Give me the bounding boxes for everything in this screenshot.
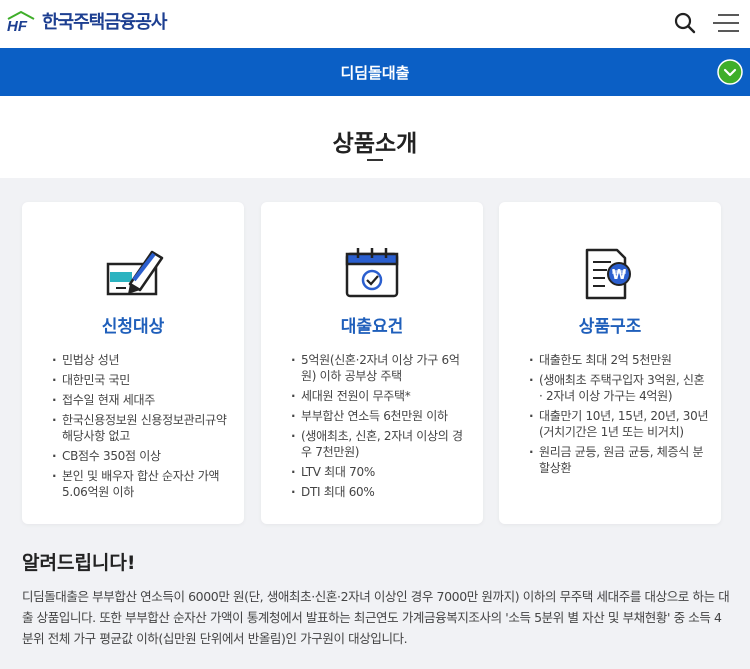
card-list: 5억원(신혼·2자녀 이상 가구 6억원) 이하 공부상 주택 세대원 전원이 … [291,352,471,504]
list-item: 대한민국 국민 [52,372,232,388]
list-item: 본인 및 배우자 합산 순자산 가액 5.06억원 이하 [52,468,232,500]
card-list: 민법상 성년 대한민국 국민 접수일 현재 세대주 한국신용정보원 신용정보관리… [52,352,232,504]
card-title: 신청대상 [101,317,165,337]
document-won-icon: ₩ [585,248,631,300]
card-eligibility: 신청대상 민법상 성년 대한민국 국민 접수일 현재 세대주 한국신용정보원 신… [22,202,244,524]
logo[interactable]: HF 한국주택금융공사 [6,8,167,34]
list-item: 대출한도 최대 2억 5천만원 [529,352,709,368]
menu-button[interactable] [712,12,740,34]
title-area: 상품소개 [0,96,750,178]
calendar-check-icon [345,248,399,298]
menu-icon [713,14,739,32]
notice-text: 디딤돌대출은 부부합산 연소득이 6000만 원(단, 생애최초·신혼·2자녀 … [22,589,730,646]
notice-title: 알려드립니다! [22,552,136,574]
list-item: 접수일 현재 세대주 [52,392,232,408]
list-item: (생애최초 주택구입자 3억원, 신혼 · 2자녀 이상 가구는 4억원) [529,372,709,404]
list-item: LTV 최대 70% [291,464,471,480]
card-title: 대출요건 [340,317,404,337]
list-item: 한국신용정보원 신용정보관리규약 해당사항 없고 [52,412,232,444]
logo-text: 한국주택금융공사 [42,12,167,33]
list-item: 5억원(신혼·2자녀 이상 가구 6억원) 이하 공부상 주택 [291,352,471,384]
card-requirements: 대출요건 5억원(신혼·2자녀 이상 가구 6억원) 이하 공부상 주택 세대원… [261,202,483,524]
list-item: (생애최초, 신혼, 2자녀 이상의 경우 7천만원) [291,428,471,460]
card-list: 대출한도 최대 2억 5천만원 (생애최초 주택구입자 3억원, 신혼 · 2자… [529,352,709,480]
page-title: 상품소개 [332,131,418,157]
list-item: 대출만기 10년, 15년, 20년, 30년 (거치기간은 1년 또는 비거치… [529,408,709,440]
list-item: DTI 최대 60% [291,484,471,500]
hf-logo-icon: HF [7,10,35,32]
title-underline [367,159,383,161]
search-icon [674,12,696,34]
pen-form-icon [106,250,164,296]
list-item: 세대원 전원이 무주택* [291,388,471,404]
card-structure: ₩ 상품구조 대출한도 최대 2억 5천만원 (생애최초 주택구입자 3억원, … [499,202,721,524]
list-item: 부부합산 연소득 6천만원 이하 [291,408,471,424]
svg-text:HF: HF [7,18,28,32]
svg-text:₩: ₩ [612,268,627,283]
list-item: CB점수 350점 이상 [52,448,232,464]
list-item: 민법상 성년 [52,352,232,368]
card-title: 상품구조 [578,317,642,337]
check-circle-icon [717,59,743,85]
list-item: 원리금 균등, 원금 균등, 체증식 분할상환 [529,444,709,476]
product-select-button[interactable] [717,59,743,85]
product-bar-title: 디딤돌대출 [340,64,410,82]
site-header: HF 한국주택금융공사 [0,0,750,48]
search-button[interactable] [672,10,698,36]
product-bar: 디딤돌대출 [0,48,750,96]
